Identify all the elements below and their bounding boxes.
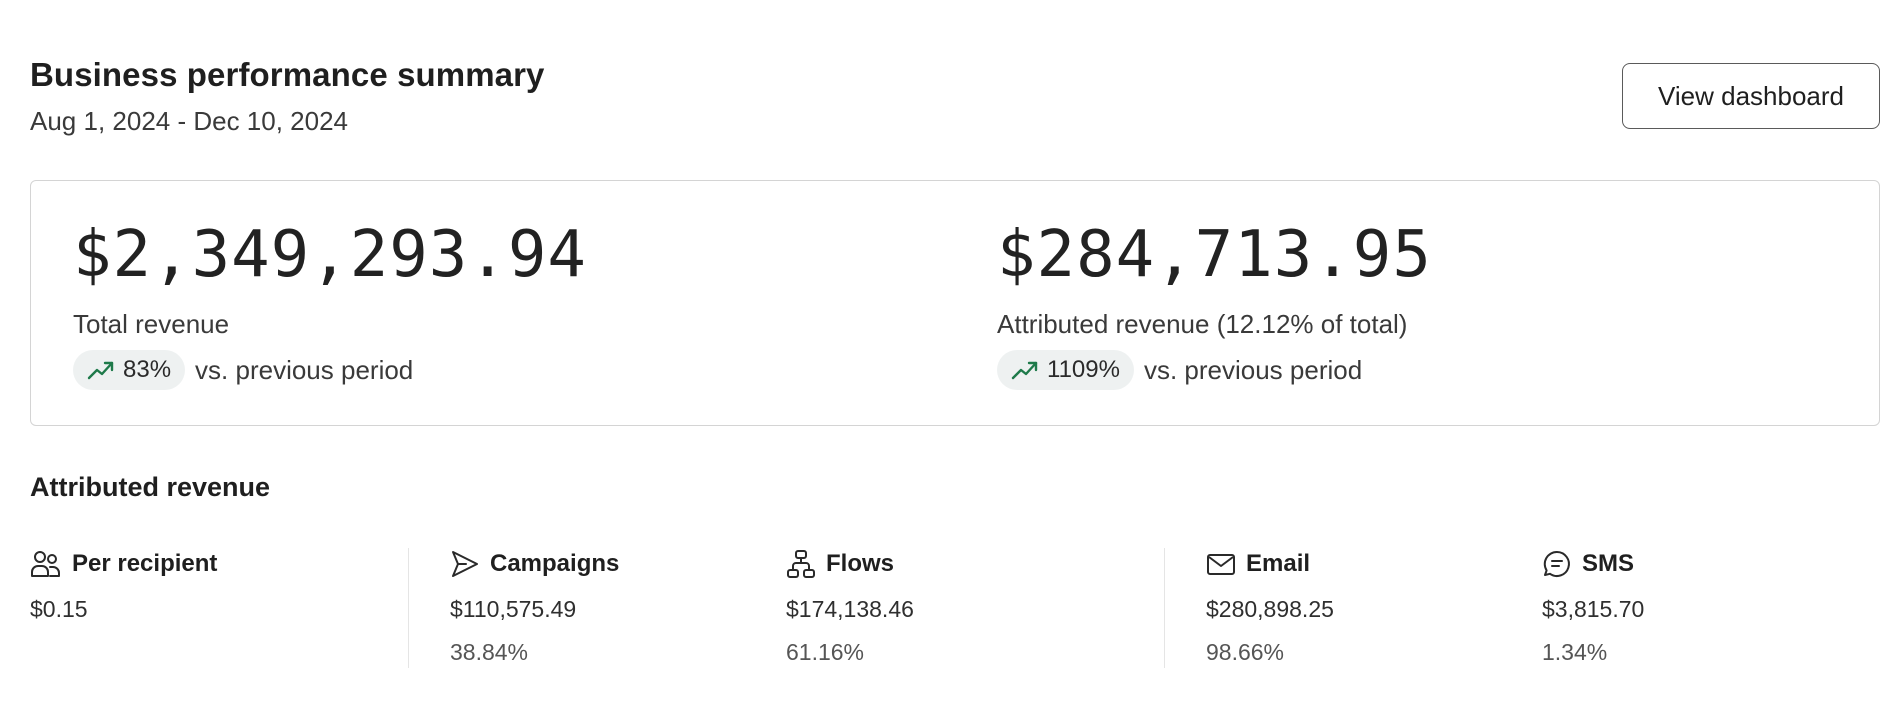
performance-summary-page: Business performance summary Aug 1, 2024… [0, 0, 1900, 724]
stat-sms: SMS $3,815.70 1.34% [1542, 548, 1644, 666]
attributed-revenue-metric: $284,713.95 Attributed revenue (12.12% o… [997, 223, 1432, 390]
revenue-summary-card: $2,349,293.94 Total revenue 83% vs. prev… [30, 180, 1880, 426]
stat-campaigns: Campaigns $110,575.49 38.84% [450, 548, 619, 666]
attributed-revenue-change-value: 1109% [1047, 356, 1120, 383]
users-icon [30, 549, 62, 579]
stat-name: Campaigns [490, 550, 620, 577]
stat-header: SMS [1542, 548, 1644, 580]
trending-up-icon [87, 359, 115, 381]
stat-header: Flows [786, 548, 914, 580]
stat-header: Per recipient [30, 548, 217, 580]
stat-amount: $0.15 [30, 596, 88, 622]
stat-header: Campaigns [450, 548, 619, 580]
stat-divider [1164, 548, 1165, 668]
attributed-revenue-section-title: Attributed revenue [30, 472, 271, 502]
total-revenue-change-badge: 83% [73, 350, 186, 390]
stat-percent: 98.66% [1206, 639, 1285, 665]
stat-name: Per recipient [72, 550, 218, 577]
stat-amount: $174,138.46 [786, 596, 914, 622]
total-revenue-change-suffix: vs. previous period [195, 354, 414, 385]
stat-amount: $3,815.70 [1542, 596, 1645, 622]
stat-divider [408, 548, 409, 668]
stat-percent: 1.34% [1542, 639, 1608, 665]
stat-amount: $280,898.25 [1206, 596, 1334, 622]
send-icon [450, 549, 480, 579]
stat-name: Flows [826, 550, 895, 577]
stat-header: Email [1206, 548, 1334, 580]
date-range: Aug 1, 2024 - Dec 10, 2024 [30, 106, 349, 136]
stat-email: Email $280,898.25 98.66% [1206, 548, 1334, 666]
total-revenue-change-value: 83% [123, 356, 172, 383]
view-dashboard-button[interactable]: View dashboard [1622, 63, 1880, 129]
stat-percent: 61.16% [786, 639, 865, 665]
sms-icon [1542, 549, 1572, 579]
trending-up-icon [1011, 359, 1039, 381]
summary-header: Business performance summary Aug 1, 2024… [30, 56, 545, 137]
stat-flows: Flows $174,138.46 61.16% [786, 548, 914, 666]
stat-amount: $110,575.49 [450, 596, 577, 622]
attributed-revenue-change-suffix: vs. previous period [1143, 354, 1363, 385]
attributed-revenue-value: $284,713.95 [997, 218, 1432, 292]
page-title: Business performance summary [30, 56, 545, 93]
mail-icon [1206, 549, 1236, 579]
total-revenue-label: Total revenue [73, 309, 230, 339]
stat-name: Email [1246, 550, 1311, 577]
attributed-revenue-change-badge: 1109% [997, 350, 1134, 390]
attributed-revenue-label: Attributed revenue (12.12% of total) [997, 309, 1408, 339]
stat-name: SMS [1582, 550, 1635, 577]
total-revenue-change-row: 83% vs. previous period [73, 350, 587, 390]
stat-per-recipient: Per recipient $0.15 [30, 548, 217, 623]
attributed-revenue-change-row: 1109% vs. previous period [997, 350, 1432, 390]
total-revenue-value: $2,349,293.94 [73, 218, 587, 292]
total-revenue-metric: $2,349,293.94 Total revenue 83% vs. prev… [73, 223, 587, 390]
stat-percent: 38.84% [450, 639, 529, 665]
flow-icon [786, 549, 816, 579]
